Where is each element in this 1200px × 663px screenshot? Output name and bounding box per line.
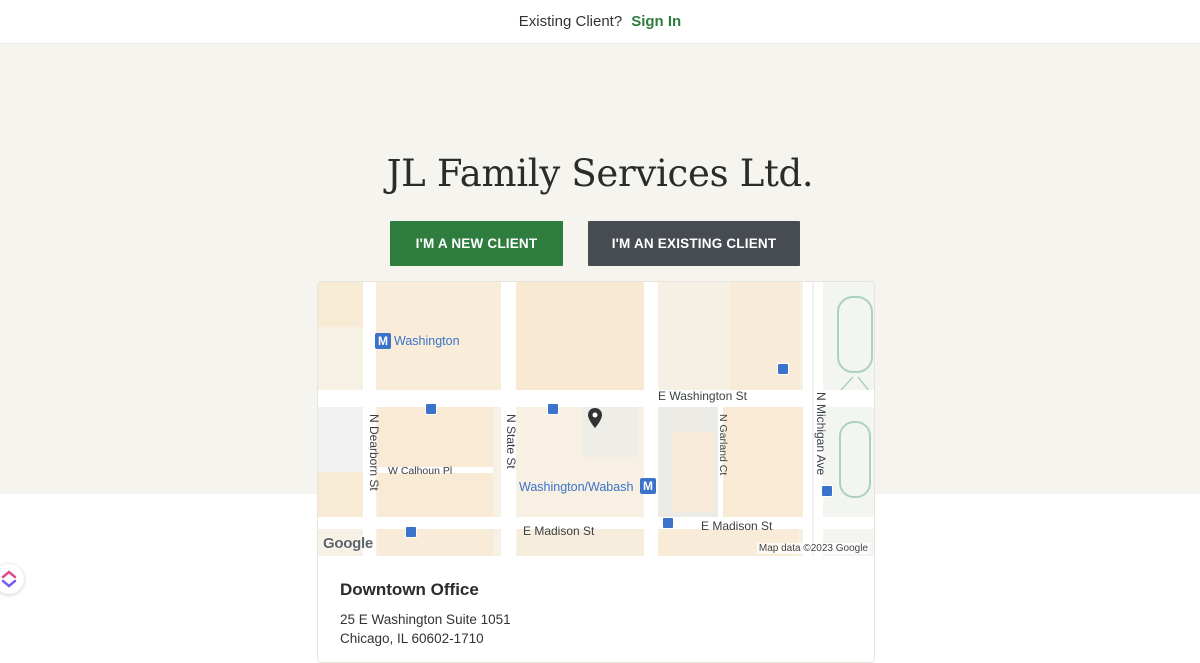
street-label-n-dearborn: N Dearborn St [367, 414, 381, 491]
office-address-line2: Chicago, IL 60602-1710 [340, 631, 484, 646]
street-label-e-madison: E Madison St [523, 524, 595, 538]
office-map[interactable]: M Washington M Washington/Wabash E Washi… [318, 282, 874, 556]
street-label-e-madison: E Madison St [701, 519, 773, 533]
map-attribution[interactable]: Map data ©2023 Google [756, 543, 870, 554]
bus-stop-icon[interactable] [662, 517, 674, 529]
chat-widget-button[interactable] [0, 564, 24, 594]
new-client-button[interactable]: I'M A NEW CLIENT [390, 221, 563, 266]
street-label-w-calhoun: W Calhoun Pl [388, 465, 453, 477]
existing-client-question: Existing Client? [518, 13, 623, 30]
station-label-washington: Washington [394, 334, 460, 348]
bus-stop-icon[interactable] [777, 363, 789, 375]
street-label-n-garland: N Garland Ct [717, 414, 729, 476]
bus-stop-icon[interactable] [821, 485, 833, 497]
office-card: M Washington M Washington/Wabash E Washi… [317, 281, 875, 663]
top-bar: Existing Client? Sign In [0, 0, 1200, 44]
sign-in-link[interactable]: Sign In [631, 13, 681, 30]
street-label-e-washington: E Washington St [658, 389, 747, 403]
street-label-n-michigan: N Michigan Ave [814, 392, 828, 476]
office-address-line1: 25 E Washington Suite 1051 [340, 612, 511, 627]
street-label-n-state: N State St [504, 414, 518, 469]
bus-stop-icon[interactable] [425, 403, 437, 415]
bus-stop-icon[interactable] [405, 526, 417, 538]
existing-client-button[interactable]: I'M AN EXISTING CLIENT [588, 221, 800, 266]
bus-stop-icon[interactable] [547, 403, 559, 415]
widget-logo-icon [1, 570, 17, 588]
page-title: JL Family Services Ltd. [386, 152, 814, 195]
station-label-washington-wabash: Washington/Wabash [519, 480, 634, 494]
google-logo: Google [323, 535, 373, 552]
metro-icon-washington[interactable]: M [375, 333, 391, 349]
metro-icon-washington-wabash[interactable]: M [640, 478, 656, 494]
location-pin-icon[interactable] [588, 408, 602, 428]
office-name: Downtown Office [340, 580, 479, 599]
